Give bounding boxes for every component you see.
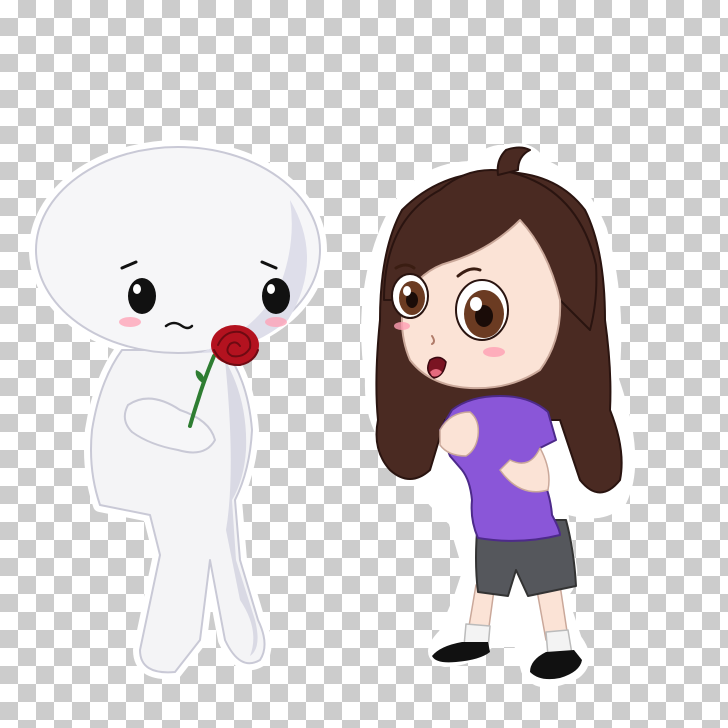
girl-blush-right (483, 347, 505, 357)
girl-blush-left (394, 322, 410, 330)
girl-eye-right (455, 279, 509, 341)
girl (361, 143, 636, 688)
white-figure-eye-right (262, 278, 290, 314)
transparent-background (0, 0, 728, 728)
white-figure (29, 140, 327, 680)
girl-eye-left (391, 273, 429, 319)
red-rose-icon (211, 325, 259, 367)
white-figure-blush-left (119, 317, 141, 327)
white-figure-blush-right (265, 317, 287, 327)
white-figure-eye-left (128, 278, 156, 314)
illustration (29, 140, 636, 688)
